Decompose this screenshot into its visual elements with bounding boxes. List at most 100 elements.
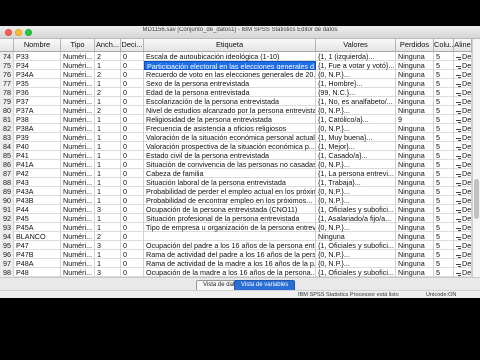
decimals-cell[interactable]: 0 — [121, 205, 144, 214]
label-cell[interactable]: Probabilidad de perder el empleo actual … — [144, 187, 316, 196]
width-cell[interactable]: 3 — [95, 241, 121, 250]
decimals-cell[interactable]: 0 — [121, 160, 144, 169]
type-cell[interactable]: Numéri... — [61, 70, 95, 79]
missing-cell[interactable]: Ninguna — [396, 196, 434, 205]
label-cell[interactable]: Ocupación de la madre a los 16 años de l… — [144, 268, 316, 277]
columns-cell[interactable]: 5 — [434, 106, 454, 115]
table-row[interactable]: 80 P37A Numéri... 2 0 Nivel de estudios alcan… — [0, 106, 472, 115]
label-cell[interactable]: Valoración prospectiva de la situación e… — [144, 142, 316, 151]
table-row[interactable]: 87 P42 Numéri... 1 0 Cabeza de familia {1, La … — [0, 169, 472, 178]
type-cell[interactable]: Numéri... — [61, 151, 95, 160]
table-row[interactable]: 81 P38 Numéri... 1 0 Religiosidad de la perso… — [0, 115, 472, 124]
width-cell[interactable]: 1 — [95, 151, 121, 160]
values-cell[interactable]: {1, 1 (izquierda)... — [316, 52, 396, 61]
table-row[interactable]: 86 P41A Numéri... 1 0 Situación de convivenci… — [0, 160, 472, 169]
missing-cell[interactable]: Ninguna — [396, 52, 434, 61]
table-row[interactable]: 82 P38A Numéri... 1 0 Frecuencia de asistenci… — [0, 124, 472, 133]
table-row[interactable]: 76 P34A Numéri... 2 0 Recuerdo de voto en las… — [0, 70, 472, 79]
width-cell[interactable]: 3 — [95, 268, 121, 277]
decimals-cell[interactable]: 0 — [121, 52, 144, 61]
label-cell[interactable]: Escala de autoubicación ideológica (1-10… — [144, 52, 316, 61]
label-cell[interactable]: Sexo de la persona entrevistada — [144, 79, 316, 88]
decimals-cell[interactable]: 0 — [121, 106, 144, 115]
missing-cell[interactable]: Ninguna — [396, 169, 434, 178]
column-header-anch[interactable]: Anch... — [95, 39, 121, 51]
variable-name-cell[interactable]: P43A — [14, 187, 61, 196]
align-cell[interactable]: De — [454, 142, 472, 151]
columns-cell[interactable]: 5 — [434, 97, 454, 106]
columns-cell[interactable]: 5 — [434, 70, 454, 79]
values-cell[interactable]: {1, La persona entrevi... — [316, 169, 396, 178]
width-cell[interactable]: 1 — [95, 97, 121, 106]
width-cell[interactable]: 1 — [95, 169, 121, 178]
type-cell[interactable]: Numéri... — [61, 52, 95, 61]
vertical-scrollbar-thumb[interactable] — [474, 179, 479, 219]
label-cell[interactable]: Cabeza de familia — [144, 169, 316, 178]
missing-cell[interactable]: Ninguna — [396, 187, 434, 196]
type-cell[interactable]: Numéri... — [61, 196, 95, 205]
decimals-cell[interactable]: 0 — [121, 268, 144, 277]
type-cell[interactable]: Numéri... — [61, 88, 95, 97]
variable-name-cell[interactable]: P45A — [14, 223, 61, 232]
values-cell[interactable]: {0, N.P.}... — [316, 124, 396, 133]
columns-cell[interactable]: 5 — [434, 196, 454, 205]
align-cell[interactable]: De — [454, 97, 472, 106]
align-cell[interactable]: De — [454, 70, 472, 79]
align-cell[interactable]: De — [454, 214, 472, 223]
type-cell[interactable]: Numéri... — [61, 169, 95, 178]
table-row[interactable]: 85 P41 Numéri... 1 0 Estado civil de la perso… — [0, 151, 472, 160]
table-row[interactable]: 92 P45 Numéri... 1 0 Situación profesional de… — [0, 214, 472, 223]
decimals-cell[interactable]: 0 — [121, 151, 144, 160]
decimals-cell[interactable]: 0 — [121, 241, 144, 250]
variable-name-cell[interactable]: P44 — [14, 205, 61, 214]
decimals-cell[interactable]: 0 — [121, 97, 144, 106]
variable-name-cell[interactable]: P48A — [14, 259, 61, 268]
columns-cell[interactable]: 5 — [434, 205, 454, 214]
values-cell[interactable]: {1, Asalariado/a fijo/a... — [316, 214, 396, 223]
missing-cell[interactable]: Ninguna — [396, 223, 434, 232]
columns-cell[interactable]: 5 — [434, 241, 454, 250]
table-row[interactable]: 98 P48 Numéri... 3 0 Ocupación de la madre a … — [0, 268, 472, 277]
missing-cell[interactable]: Ninguna — [396, 160, 434, 169]
table-row[interactable]: 91 P44 Numéri... 3 0 Ocupación de la persona … — [0, 205, 472, 214]
columns-cell[interactable]: 5 — [434, 88, 454, 97]
table-row[interactable]: 90 P43B Numéri... 1 0 Probabilidad de encontr… — [0, 196, 472, 205]
variable-name-cell[interactable]: P42 — [14, 169, 61, 178]
missing-cell[interactable]: Ninguna — [396, 205, 434, 214]
type-cell[interactable]: Numéri... — [61, 97, 95, 106]
align-cell[interactable]: De — [454, 115, 472, 124]
columns-cell[interactable]: 5 — [434, 250, 454, 259]
missing-cell[interactable]: Ninguna — [396, 268, 434, 277]
width-cell[interactable]: 1 — [95, 250, 121, 259]
label-cell[interactable]: Situación de convivencia de las personas… — [144, 160, 316, 169]
type-cell[interactable]: Numéri... — [61, 205, 95, 214]
values-cell[interactable]: {1, Fue a votar y votó}... — [316, 61, 396, 70]
width-cell[interactable]: 1 — [95, 223, 121, 232]
type-cell[interactable]: Numéri... — [61, 178, 95, 187]
values-cell[interactable]: {1, Muy buena}... — [316, 133, 396, 142]
missing-cell[interactable]: Ninguna — [396, 61, 434, 70]
align-cell[interactable]: De — [454, 205, 472, 214]
label-cell[interactable]: Ocupación del padre a los 16 años de la … — [144, 241, 316, 250]
type-cell[interactable]: Numéri... — [61, 124, 95, 133]
align-cell[interactable]: De — [454, 124, 472, 133]
columns-cell[interactable]: 5 — [434, 214, 454, 223]
variable-name-cell[interactable]: P34 — [14, 61, 61, 70]
align-cell[interactable]: De — [454, 241, 472, 250]
table-row[interactable]: 89 P43A Numéri... 1 0 Probabilidad de perder … — [0, 187, 472, 196]
align-cell[interactable]: De — [454, 250, 472, 259]
missing-cell[interactable]: Ninguna — [396, 79, 434, 88]
missing-cell[interactable]: Ninguna — [396, 88, 434, 97]
variable-name-cell[interactable]: P35 — [14, 79, 61, 88]
width-cell[interactable]: 2 — [95, 106, 121, 115]
width-cell[interactable]: 1 — [95, 61, 121, 70]
type-cell[interactable]: Numéri... — [61, 142, 95, 151]
type-cell[interactable]: Numéri... — [61, 133, 95, 142]
table-row[interactable]: 79 P37 Numéri... 1 0 Escolarización de la per… — [0, 97, 472, 106]
values-cell[interactable]: {99, N.C.}... — [316, 88, 396, 97]
align-cell[interactable]: De — [454, 151, 472, 160]
label-cell[interactable] — [144, 232, 316, 241]
type-cell[interactable]: Numéri... — [61, 79, 95, 88]
column-header-tipo[interactable]: Tipo — [61, 39, 95, 51]
align-cell[interactable]: De — [454, 223, 472, 232]
